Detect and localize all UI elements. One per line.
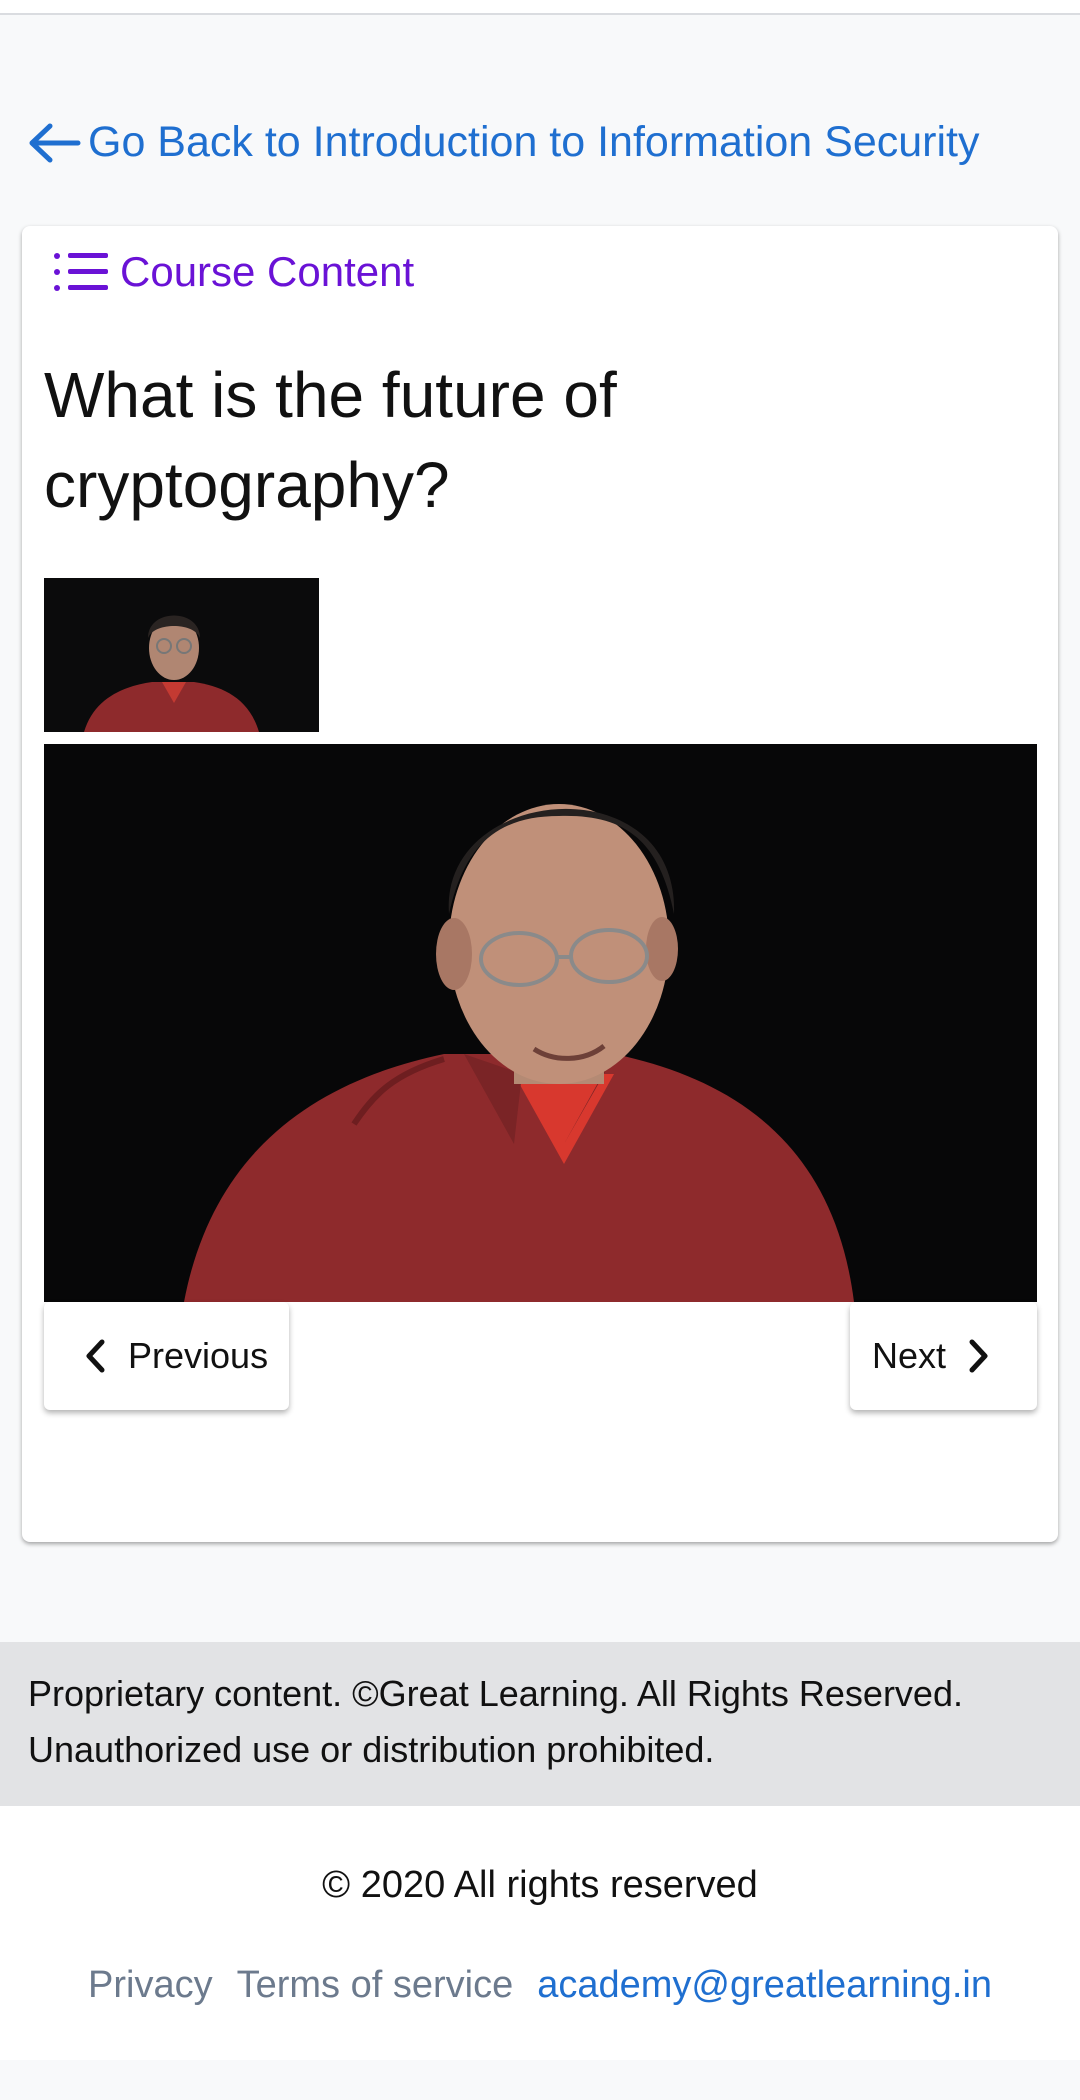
- notice-text: Proprietary content. ©Great Learning. Al…: [28, 1673, 963, 1770]
- top-bar: [0, 0, 1080, 15]
- speaker-video-frame: [44, 744, 1037, 1302]
- course-content-label: Course Content: [120, 248, 415, 295]
- speaker-thumbnail-image: [44, 578, 319, 732]
- previous-label: Previous: [128, 1335, 269, 1376]
- back-link-label: Go Back to Introduction to Information S…: [88, 118, 980, 166]
- video-player[interactable]: [44, 744, 1037, 1302]
- next-label: Next: [872, 1335, 947, 1376]
- copyright-text: © 2020 All rights reserved: [322, 1864, 758, 1906]
- contact-email-link[interactable]: academy@greatlearning.in: [537, 1964, 992, 2007]
- course-content-button[interactable]: Course Content: [52, 248, 414, 296]
- video-thumbnail[interactable]: [44, 578, 319, 732]
- previous-button[interactable]: Previous: [44, 1302, 289, 1410]
- terms-of-service-link[interactable]: Terms of service: [237, 1964, 514, 2007]
- lesson-title: What is the future of cryptography?: [44, 359, 617, 521]
- privacy-link[interactable]: Privacy: [88, 1964, 213, 2007]
- back-to-course-link[interactable]: Go Back to Introduction to Information S…: [28, 118, 980, 167]
- footer: © 2020 All rights reserved Privacy Terms…: [0, 1806, 1080, 2060]
- lesson-card: Course Content What is the future of cry…: [22, 226, 1058, 1542]
- footer-links: Privacy Terms of service academy@greatle…: [0, 1964, 1080, 2007]
- next-button[interactable]: Next: [850, 1302, 1037, 1410]
- chevron-right-icon: [969, 1339, 988, 1373]
- arrow-left-icon: [29, 123, 81, 162]
- list-icon: [54, 253, 108, 291]
- proprietary-notice: Proprietary content. ©Great Learning. Al…: [0, 1642, 1080, 1806]
- chevron-left-icon: [86, 1339, 105, 1373]
